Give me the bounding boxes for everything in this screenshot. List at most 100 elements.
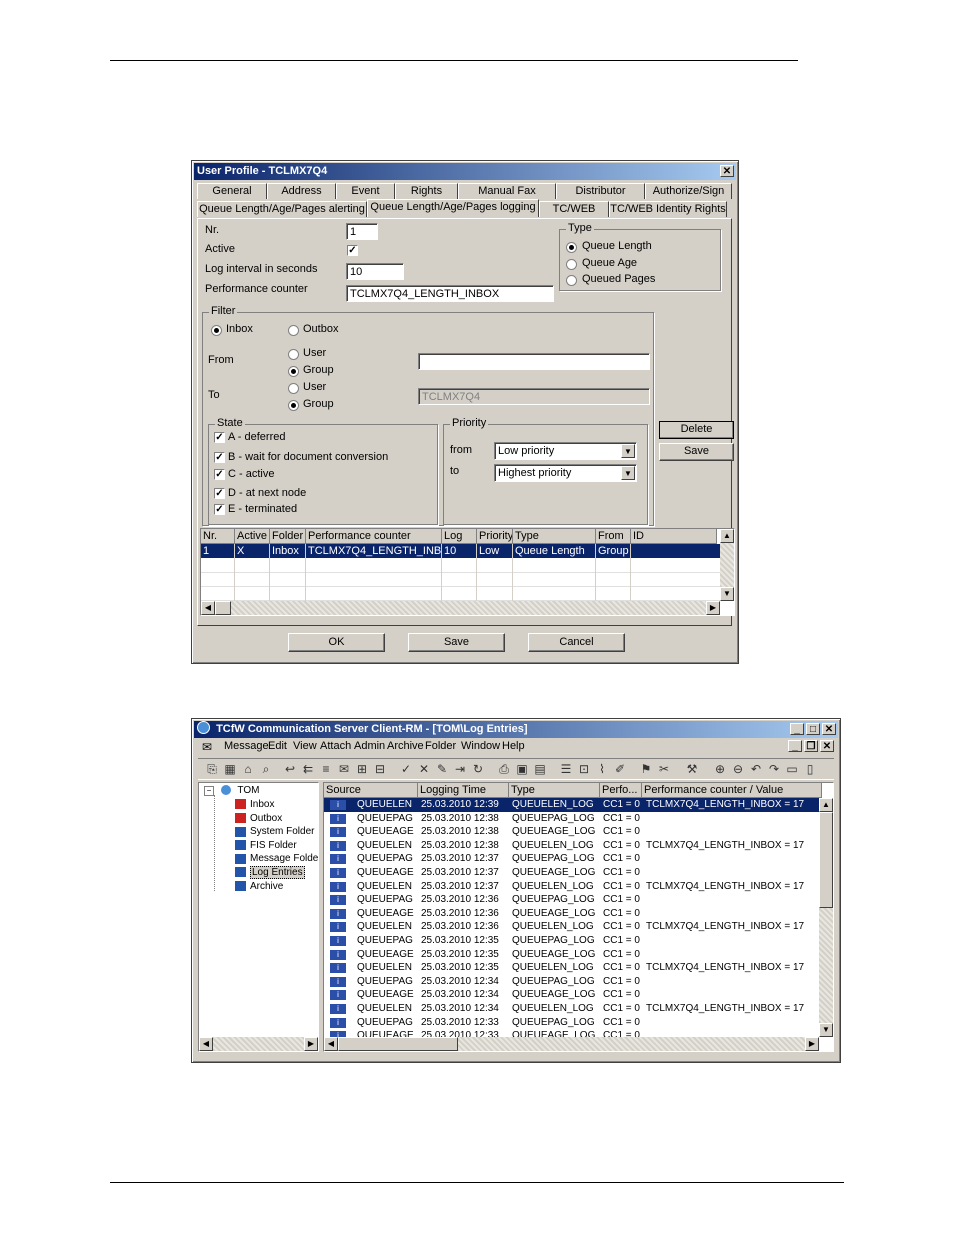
interval-input[interactable]: 10 xyxy=(346,263,404,280)
list-item[interactable]: i QUEUEPAG 25.03.2010 12:33 QUEUEPAG_LOG CC1… xyxy=(324,1016,819,1030)
delete-button[interactable]: Delete xyxy=(659,421,734,439)
tab-authorize-sign[interactable]: Authorize/Sign xyxy=(645,183,732,199)
list-item[interactable]: i QUEUEPAG 25.03.2010 12:38 QUEUEPAG_LOG CC1… xyxy=(324,812,819,826)
list-item[interactable]: i QUEUEAGE 25.03.2010 12:35 QUEUEAGE_LOG CC1… xyxy=(324,948,819,962)
to-group-radio[interactable] xyxy=(288,400,299,411)
tree-item-message-folder[interactable]: Message Folder xyxy=(235,853,318,864)
grid-header-5[interactable]: Priority xyxy=(477,529,513,544)
save-icon[interactable]: ▣ xyxy=(514,761,530,777)
tab-tc-web[interactable]: TC/WEB xyxy=(539,201,609,217)
state-e-checkbox[interactable]: ✓ xyxy=(214,504,225,515)
scroll-thumb[interactable] xyxy=(215,601,231,615)
list-item[interactable]: i QUEUELEN 25.03.2010 12:34 QUEUELEN_LOG CC1… xyxy=(324,1002,819,1016)
search-icon[interactable]: ⌕ xyxy=(258,761,274,777)
scroll-left-icon[interactable]: ◀ xyxy=(324,1037,338,1051)
prio-from-select[interactable]: Low priority ▼ xyxy=(494,442,637,460)
tab-tc-web-identity-rights[interactable]: TC/WEB Identity Rights xyxy=(609,201,727,217)
tree-item-system-folder[interactable]: System Folder xyxy=(235,826,314,837)
note-icon[interactable]: ✐ xyxy=(612,761,628,777)
to-input[interactable]: TCLMX7Q4 xyxy=(418,388,650,405)
list-header-1[interactable]: Logging Time xyxy=(418,783,509,798)
type-queued-pages-radio[interactable] xyxy=(566,275,577,286)
type-queue-age-radio[interactable] xyxy=(566,259,577,270)
tab-distributor[interactable]: Distributor xyxy=(556,183,645,199)
grid-header-6[interactable]: Type xyxy=(513,529,596,544)
list-item[interactable]: i QUEUEAGE 25.03.2010 12:36 QUEUEAGE_LOG CC1… xyxy=(324,907,819,921)
list-icon[interactable]: ☰ xyxy=(558,761,574,777)
print-queue-icon[interactable]: ≡ xyxy=(318,761,334,777)
list-item[interactable]: i QUEUEAGE 25.03.2010 12:37 QUEUEAGE_LOG CC1… xyxy=(324,866,819,880)
tree-root[interactable]: − TOM xyxy=(204,785,259,796)
list-item[interactable]: i QUEUEAGE 25.03.2010 12:34 QUEUEAGE_LOG CC1… xyxy=(324,988,819,1002)
menu-folder[interactable]: Folder xyxy=(425,740,456,752)
list-item[interactable]: i QUEUELEN 25.03.2010 12:36 QUEUELEN_LOG CC1… xyxy=(324,920,819,934)
scroll-down-icon[interactable]: ▼ xyxy=(720,587,734,601)
nr-input[interactable]: 1 xyxy=(346,223,378,240)
tab-manual-fax[interactable]: Manual Fax xyxy=(458,183,556,199)
maximize-icon[interactable]: □ xyxy=(806,723,820,735)
chevron-down-icon[interactable]: ▼ xyxy=(621,466,635,480)
table-row[interactable]: 1 X Inbox TCLMX7Q4_LENGTH_INBOX10 Low Queue L… xyxy=(201,544,720,558)
grid-header-4[interactable]: Log xyxy=(442,529,477,544)
grid-hscroll[interactable] xyxy=(201,601,720,615)
mdi-minimize-icon[interactable]: _ xyxy=(788,740,802,752)
list-item[interactable]: i QUEUELEN 25.03.2010 12:37 QUEUELEN_LOG CC1… xyxy=(324,880,819,894)
mdi-restore-icon[interactable]: ❐ xyxy=(804,740,818,752)
prio-to-select[interactable]: Highest priority ▼ xyxy=(494,464,637,482)
zoom-out-icon[interactable]: ⊖ xyxy=(730,761,746,777)
tree-item-fis-folder[interactable]: FIS Folder xyxy=(235,840,297,851)
menu-message[interactable]: Message xyxy=(224,740,269,752)
from-input[interactable] xyxy=(418,353,650,370)
list-item[interactable]: i QUEUEAGE 25.03.2010 12:38 QUEUEAGE_LOG CC1… xyxy=(324,825,819,839)
close-icon[interactable]: ✕ xyxy=(822,723,836,735)
list-item[interactable]: i QUEUEPAG 25.03.2010 12:37 QUEUEPAG_LOG CC1… xyxy=(324,852,819,866)
window-icon[interactable]: ▭ xyxy=(784,761,800,777)
scroll-thumb[interactable] xyxy=(338,1037,458,1051)
send-icon[interactable]: ✉ xyxy=(336,761,352,777)
grid-header-3[interactable]: Performance counter xyxy=(306,529,442,544)
outbox-radio[interactable] xyxy=(288,325,299,336)
grid-header-8[interactable]: ID xyxy=(631,529,717,544)
menu-window[interactable]: Window xyxy=(461,740,500,752)
state-a-checkbox[interactable]: ✓ xyxy=(214,432,225,443)
list-header-2[interactable]: Type xyxy=(509,783,600,798)
undo-icon[interactable]: ↶ xyxy=(748,761,764,777)
list-item[interactable]: i QUEUELEN 25.03.2010 12:35 QUEUELEN_LOG CC1… xyxy=(324,961,819,975)
state-c-checkbox[interactable]: ✓ xyxy=(214,469,225,480)
scroll-down-icon[interactable]: ▼ xyxy=(819,1023,833,1037)
menu-admin[interactable]: Admin xyxy=(354,740,385,752)
type-queue-length-radio[interactable] xyxy=(566,242,577,253)
grid-header-7[interactable]: From xyxy=(596,529,631,544)
attach-folder-icon[interactable]: ⊡ xyxy=(576,761,592,777)
inbox-radio[interactable] xyxy=(211,325,222,336)
tree-item-outbox[interactable]: Outbox xyxy=(235,813,282,824)
chevron-down-icon[interactable]: ▼ xyxy=(621,444,635,458)
tree-item-inbox[interactable]: Inbox xyxy=(235,799,274,810)
menu-edit[interactable]: Edit xyxy=(268,740,287,752)
list-item[interactable]: i QUEUELEN 25.03.2010 12:39 QUEUELEN_LOG CC1… xyxy=(324,798,819,812)
save-side-button[interactable]: Save xyxy=(659,443,734,461)
tab-queue-length-age-pages-alerting[interactable]: Queue Length/Age/Pages alerting xyxy=(197,201,367,217)
scroll-left-icon[interactable]: ◀ xyxy=(201,601,215,615)
close-icon[interactable]: ✕ xyxy=(720,165,734,177)
refresh-icon[interactable]: ↻ xyxy=(470,761,486,777)
archive-icon[interactable]: ⊟ xyxy=(372,761,388,777)
fax-icon[interactable]: ▦ xyxy=(222,761,238,777)
document-icon[interactable]: ▤ xyxy=(532,761,548,777)
forward-icon[interactable]: ⇥ xyxy=(452,761,468,777)
active-checkbox[interactable]: ✓ xyxy=(347,245,358,256)
scroll-thumb[interactable] xyxy=(819,812,833,908)
state-b-checkbox[interactable]: ✓ xyxy=(214,452,225,463)
from-user-radio[interactable] xyxy=(288,349,299,360)
menu-help[interactable]: Help xyxy=(502,740,525,752)
flag-icon[interactable]: ⚑ xyxy=(638,761,654,777)
scroll-up-icon[interactable]: ▲ xyxy=(819,798,833,812)
zoom-in-icon[interactable]: ⊕ xyxy=(712,761,728,777)
list-item[interactable]: i QUEUELEN 25.03.2010 12:38 QUEUELEN_LOG CC1… xyxy=(324,839,819,853)
open-folder-icon[interactable]: ⌂ xyxy=(240,761,256,777)
new-message-icon[interactable]: ⎘ xyxy=(204,761,220,777)
cancel-button[interactable]: Cancel xyxy=(528,633,625,652)
scroll-right-icon[interactable]: ▶ xyxy=(304,1037,318,1051)
list-item[interactable]: i QUEUEPAG 25.03.2010 12:34 QUEUEPAG_LOG CC1… xyxy=(324,975,819,989)
tab-general[interactable]: General xyxy=(197,183,267,199)
